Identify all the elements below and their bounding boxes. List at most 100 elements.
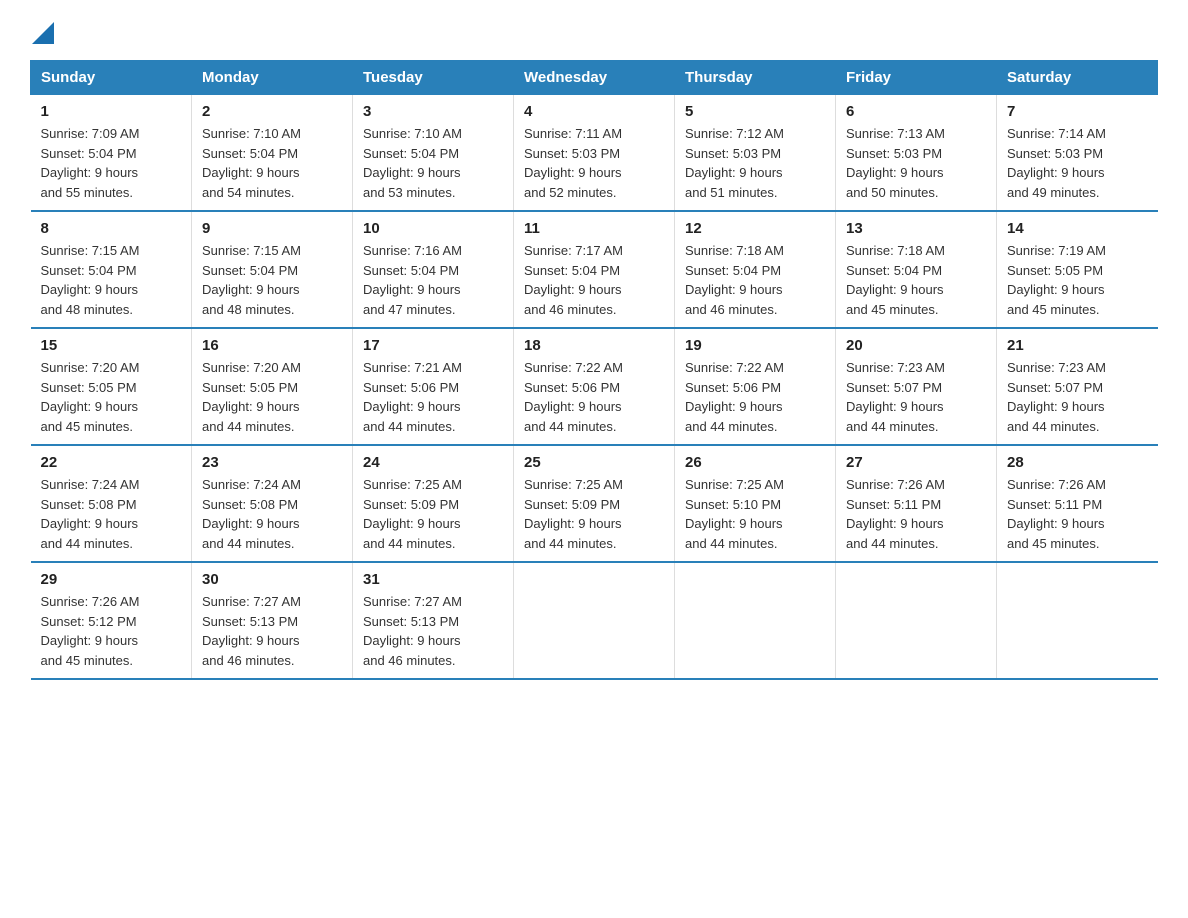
day-info: Sunrise: 7:20 AM Sunset: 5:05 PM Dayligh…: [202, 358, 342, 436]
calendar-cell: 20 Sunrise: 7:23 AM Sunset: 5:07 PM Dayl…: [836, 328, 997, 445]
day-info: Sunrise: 7:24 AM Sunset: 5:08 PM Dayligh…: [41, 475, 182, 553]
day-info: Sunrise: 7:11 AM Sunset: 5:03 PM Dayligh…: [524, 124, 664, 202]
logo: [30, 20, 54, 44]
calendar-cell: 5 Sunrise: 7:12 AM Sunset: 5:03 PM Dayli…: [675, 95, 836, 212]
calendar-cell: 24 Sunrise: 7:25 AM Sunset: 5:09 PM Dayl…: [353, 445, 514, 562]
day-info: Sunrise: 7:18 AM Sunset: 5:04 PM Dayligh…: [685, 241, 825, 319]
day-number: 23: [202, 454, 342, 471]
calendar-cell: 6 Sunrise: 7:13 AM Sunset: 5:03 PM Dayli…: [836, 95, 997, 212]
day-info: Sunrise: 7:23 AM Sunset: 5:07 PM Dayligh…: [846, 358, 986, 436]
calendar-cell: 7 Sunrise: 7:14 AM Sunset: 5:03 PM Dayli…: [997, 95, 1158, 212]
calendar-cell: 10 Sunrise: 7:16 AM Sunset: 5:04 PM Dayl…: [353, 211, 514, 328]
calendar-cell: 1 Sunrise: 7:09 AM Sunset: 5:04 PM Dayli…: [31, 95, 192, 212]
calendar-cell: 16 Sunrise: 7:20 AM Sunset: 5:05 PM Dayl…: [192, 328, 353, 445]
day-number: 13: [846, 220, 986, 237]
day-number: 3: [363, 103, 503, 120]
day-number: 10: [363, 220, 503, 237]
day-number: 17: [363, 337, 503, 354]
calendar-cell: 22 Sunrise: 7:24 AM Sunset: 5:08 PM Dayl…: [31, 445, 192, 562]
calendar-cell: 4 Sunrise: 7:11 AM Sunset: 5:03 PM Dayli…: [514, 95, 675, 212]
day-number: 29: [41, 571, 182, 588]
day-info: Sunrise: 7:13 AM Sunset: 5:03 PM Dayligh…: [846, 124, 986, 202]
day-number: 20: [846, 337, 986, 354]
day-number: 16: [202, 337, 342, 354]
day-info: Sunrise: 7:10 AM Sunset: 5:04 PM Dayligh…: [202, 124, 342, 202]
calendar-cell: 19 Sunrise: 7:22 AM Sunset: 5:06 PM Dayl…: [675, 328, 836, 445]
day-info: Sunrise: 7:14 AM Sunset: 5:03 PM Dayligh…: [1007, 124, 1148, 202]
day-info: Sunrise: 7:16 AM Sunset: 5:04 PM Dayligh…: [363, 241, 503, 319]
calendar-cell: 8 Sunrise: 7:15 AM Sunset: 5:04 PM Dayli…: [31, 211, 192, 328]
week-row-4: 22 Sunrise: 7:24 AM Sunset: 5:08 PM Dayl…: [31, 445, 1158, 562]
week-row-5: 29 Sunrise: 7:26 AM Sunset: 5:12 PM Dayl…: [31, 562, 1158, 679]
header-thursday: Thursday: [675, 61, 836, 95]
day-info: Sunrise: 7:15 AM Sunset: 5:04 PM Dayligh…: [202, 241, 342, 319]
week-row-2: 8 Sunrise: 7:15 AM Sunset: 5:04 PM Dayli…: [31, 211, 1158, 328]
day-number: 21: [1007, 337, 1148, 354]
day-number: 30: [202, 571, 342, 588]
day-number: 1: [41, 103, 182, 120]
day-info: Sunrise: 7:27 AM Sunset: 5:13 PM Dayligh…: [202, 592, 342, 670]
day-info: Sunrise: 7:15 AM Sunset: 5:04 PM Dayligh…: [41, 241, 182, 319]
day-info: Sunrise: 7:26 AM Sunset: 5:11 PM Dayligh…: [1007, 475, 1148, 553]
week-row-1: 1 Sunrise: 7:09 AM Sunset: 5:04 PM Dayli…: [31, 95, 1158, 212]
day-number: 12: [685, 220, 825, 237]
day-number: 15: [41, 337, 182, 354]
day-number: 27: [846, 454, 986, 471]
day-number: 19: [685, 337, 825, 354]
calendar-cell: 2 Sunrise: 7:10 AM Sunset: 5:04 PM Dayli…: [192, 95, 353, 212]
calendar-cell: [675, 562, 836, 679]
calendar-cell: 14 Sunrise: 7:19 AM Sunset: 5:05 PM Dayl…: [997, 211, 1158, 328]
day-info: Sunrise: 7:12 AM Sunset: 5:03 PM Dayligh…: [685, 124, 825, 202]
calendar-cell: 15 Sunrise: 7:20 AM Sunset: 5:05 PM Dayl…: [31, 328, 192, 445]
day-number: 18: [524, 337, 664, 354]
day-number: 24: [363, 454, 503, 471]
day-info: Sunrise: 7:10 AM Sunset: 5:04 PM Dayligh…: [363, 124, 503, 202]
logo-triangle-icon: [32, 22, 54, 44]
day-number: 7: [1007, 103, 1148, 120]
day-number: 14: [1007, 220, 1148, 237]
calendar-table: SundayMondayTuesdayWednesdayThursdayFrid…: [30, 60, 1158, 680]
calendar-cell: 30 Sunrise: 7:27 AM Sunset: 5:13 PM Dayl…: [192, 562, 353, 679]
calendar-cell: 27 Sunrise: 7:26 AM Sunset: 5:11 PM Dayl…: [836, 445, 997, 562]
day-number: 25: [524, 454, 664, 471]
day-number: 31: [363, 571, 503, 588]
day-info: Sunrise: 7:24 AM Sunset: 5:08 PM Dayligh…: [202, 475, 342, 553]
calendar-cell: 3 Sunrise: 7:10 AM Sunset: 5:04 PM Dayli…: [353, 95, 514, 212]
calendar-cell: 11 Sunrise: 7:17 AM Sunset: 5:04 PM Dayl…: [514, 211, 675, 328]
day-info: Sunrise: 7:25 AM Sunset: 5:09 PM Dayligh…: [363, 475, 503, 553]
day-number: 2: [202, 103, 342, 120]
day-info: Sunrise: 7:22 AM Sunset: 5:06 PM Dayligh…: [524, 358, 664, 436]
calendar-cell: 31 Sunrise: 7:27 AM Sunset: 5:13 PM Dayl…: [353, 562, 514, 679]
day-info: Sunrise: 7:22 AM Sunset: 5:06 PM Dayligh…: [685, 358, 825, 436]
day-number: 4: [524, 103, 664, 120]
header-wednesday: Wednesday: [514, 61, 675, 95]
day-info: Sunrise: 7:17 AM Sunset: 5:04 PM Dayligh…: [524, 241, 664, 319]
day-number: 5: [685, 103, 825, 120]
header-friday: Friday: [836, 61, 997, 95]
calendar-cell: 21 Sunrise: 7:23 AM Sunset: 5:07 PM Dayl…: [997, 328, 1158, 445]
day-info: Sunrise: 7:26 AM Sunset: 5:11 PM Dayligh…: [846, 475, 986, 553]
day-number: 11: [524, 220, 664, 237]
day-number: 6: [846, 103, 986, 120]
day-number: 28: [1007, 454, 1148, 471]
day-info: Sunrise: 7:09 AM Sunset: 5:04 PM Dayligh…: [41, 124, 182, 202]
calendar-header-row: SundayMondayTuesdayWednesdayThursdayFrid…: [31, 61, 1158, 95]
day-info: Sunrise: 7:23 AM Sunset: 5:07 PM Dayligh…: [1007, 358, 1148, 436]
header-tuesday: Tuesday: [353, 61, 514, 95]
day-info: Sunrise: 7:18 AM Sunset: 5:04 PM Dayligh…: [846, 241, 986, 319]
calendar-cell: 25 Sunrise: 7:25 AM Sunset: 5:09 PM Dayl…: [514, 445, 675, 562]
calendar-cell: 28 Sunrise: 7:26 AM Sunset: 5:11 PM Dayl…: [997, 445, 1158, 562]
day-info: Sunrise: 7:19 AM Sunset: 5:05 PM Dayligh…: [1007, 241, 1148, 319]
calendar-cell: 13 Sunrise: 7:18 AM Sunset: 5:04 PM Dayl…: [836, 211, 997, 328]
day-info: Sunrise: 7:20 AM Sunset: 5:05 PM Dayligh…: [41, 358, 182, 436]
calendar-cell: 18 Sunrise: 7:22 AM Sunset: 5:06 PM Dayl…: [514, 328, 675, 445]
week-row-3: 15 Sunrise: 7:20 AM Sunset: 5:05 PM Dayl…: [31, 328, 1158, 445]
day-info: Sunrise: 7:25 AM Sunset: 5:09 PM Dayligh…: [524, 475, 664, 553]
day-number: 9: [202, 220, 342, 237]
day-number: 26: [685, 454, 825, 471]
day-info: Sunrise: 7:25 AM Sunset: 5:10 PM Dayligh…: [685, 475, 825, 553]
calendar-cell: 23 Sunrise: 7:24 AM Sunset: 5:08 PM Dayl…: [192, 445, 353, 562]
header-monday: Monday: [192, 61, 353, 95]
calendar-cell: 29 Sunrise: 7:26 AM Sunset: 5:12 PM Dayl…: [31, 562, 192, 679]
header-sunday: Sunday: [31, 61, 192, 95]
